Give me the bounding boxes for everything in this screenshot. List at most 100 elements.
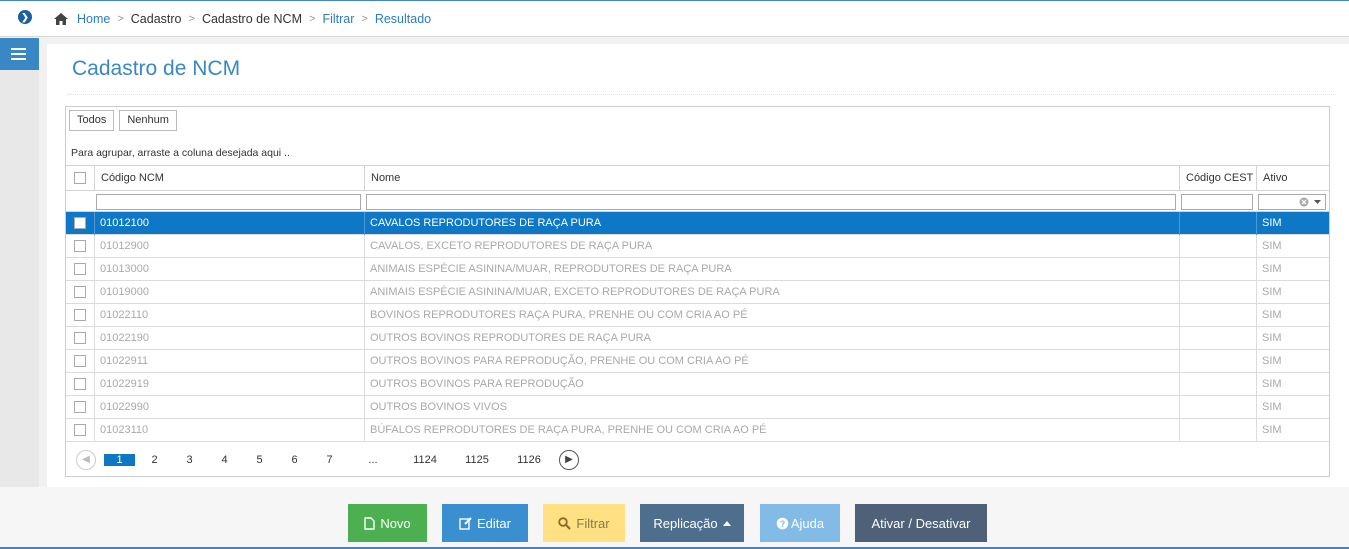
filter-button[interactable]: Filtrar	[543, 504, 625, 542]
table-row[interactable]: 01022110 BOVINOS REPRODUTORES RAÇA PURA, …	[66, 304, 1329, 327]
row-checkbox[interactable]	[74, 355, 86, 367]
sidebar	[0, 38, 39, 549]
page-link[interactable]: 2	[137, 454, 172, 466]
caret-up-icon	[722, 520, 731, 526]
title-divider	[67, 94, 1336, 95]
table-row[interactable]: 01012900 CAVALOS, EXCETO REPRODUTORES DE …	[66, 235, 1329, 258]
cell-nome: OUTROS BOVINOS VIVOS	[364, 396, 1180, 419]
select-none-button[interactable]: Nenhum	[119, 110, 177, 131]
page-link[interactable]: 1124	[399, 454, 451, 466]
page-link[interactable]: 7	[312, 454, 347, 466]
nome-filter-input[interactable]	[366, 194, 1176, 210]
replication-button[interactable]: Replicação	[640, 504, 744, 542]
next-page-icon[interactable]: ▶	[559, 450, 579, 470]
cell-codigo: 01022190	[94, 327, 365, 350]
breadcrumb-separator: >	[361, 13, 368, 25]
table-row[interactable]: 01013000 ANIMAIS ESPÉCIE ASININA/MUAR, RE…	[66, 258, 1329, 281]
breadcrumb-cadastro: Cadastro	[130, 12, 182, 26]
edit-icon	[459, 516, 472, 530]
menu-icon[interactable]	[0, 38, 39, 70]
cell-cest	[1179, 235, 1257, 258]
table-row[interactable]: 01022919 OUTROS BOVINOS PARA REPRODUÇÃO SI…	[66, 373, 1329, 396]
row-checkbox[interactable]	[74, 424, 86, 436]
cell-nome: OUTROS BOVINOS PARA REPRODUÇÃO, PRENHE O…	[364, 350, 1180, 373]
breadcrumb-separator: >	[309, 13, 316, 25]
table-row[interactable]: 01019000 ANIMAIS ESPÉCIE ASININA/MUAR, EX…	[66, 281, 1329, 304]
cell-codigo: 01022990	[94, 396, 365, 419]
cell-codigo: 01013000	[94, 258, 365, 281]
help-button-label: Ajuda	[790, 515, 825, 531]
new-button[interactable]: Novo	[348, 504, 427, 542]
page-link[interactable]: 6	[277, 454, 312, 466]
breadcrumb-home[interactable]: Home	[77, 12, 110, 26]
breadcrumb-resultado[interactable]: Resultado	[375, 12, 431, 26]
column-header-ativo[interactable]: Ativo	[1256, 166, 1329, 190]
cell-nome: CAVALOS REPRODUTORES DE RAÇA PURA	[364, 212, 1180, 235]
cell-ativo: SIM	[1256, 419, 1329, 442]
ncm-grid: Todos Nenhum Para agrupar, arraste a col…	[65, 106, 1330, 477]
edit-button-label: Editar	[477, 515, 511, 531]
breadcrumb-cadastro-ncm: Cadastro de NCM	[201, 12, 302, 26]
cell-nome: BOVINOS REPRODUTORES RAÇA PURA, PRENHE O…	[364, 304, 1180, 327]
group-panel-hint[interactable]: Para agrupar, arraste a coluna desejada …	[71, 147, 290, 159]
cell-ativo: SIM	[1256, 396, 1329, 419]
column-header-cest[interactable]: Código CEST	[1179, 166, 1257, 190]
cell-codigo: 01022110	[94, 304, 365, 327]
cell-nome: BÚFALOS REPRODUTORES DE RAÇA PURA, PRENH…	[364, 419, 1180, 442]
table-row[interactable]: 01022190 OUTROS BOVINOS REPRODUTORES DE R…	[66, 327, 1329, 350]
previous-page-icon[interactable]: ◀	[76, 450, 96, 470]
column-header-codigo[interactable]: Código NCM	[94, 166, 365, 190]
cell-cest	[1179, 350, 1257, 373]
page-link[interactable]: ...	[347, 454, 399, 466]
filter-row	[66, 190, 1329, 212]
ativo-filter-select[interactable]	[1258, 194, 1326, 210]
row-checkbox[interactable]	[74, 240, 86, 252]
page-link[interactable]: 1126	[503, 454, 555, 466]
cell-cest	[1179, 281, 1257, 304]
cell-ativo: SIM	[1256, 350, 1329, 373]
column-header-nome[interactable]: Nome	[364, 166, 1180, 190]
breadcrumb-separator: >	[117, 13, 124, 25]
cell-codigo: 01012900	[94, 235, 365, 258]
row-checkbox[interactable]	[74, 378, 86, 390]
page-link[interactable]: 3	[172, 454, 207, 466]
codigo-filter-input[interactable]	[96, 194, 361, 210]
cest-filter-input[interactable]	[1181, 194, 1253, 210]
row-checkbox[interactable]	[74, 309, 86, 321]
new-button-label: Novo	[380, 515, 411, 531]
toggle-active-button-label: Ativar / Desativar	[871, 515, 971, 531]
home-icon[interactable]	[53, 12, 69, 26]
svg-text:?: ?	[780, 519, 786, 529]
page-link[interactable]: 5	[242, 454, 277, 466]
select-all-button[interactable]: Todos	[69, 110, 115, 131]
expand-sidebar-icon[interactable]: ❯	[18, 10, 32, 24]
row-checkbox[interactable]	[74, 332, 86, 344]
row-checkbox[interactable]	[74, 217, 86, 229]
page-link[interactable]: 1	[104, 454, 135, 466]
filter-button-label: Filtrar	[576, 515, 610, 531]
table-row[interactable]: 01022990 OUTROS BOVINOS VIVOS SIM	[66, 396, 1329, 419]
cell-cest	[1179, 396, 1257, 419]
cell-nome: OUTROS BOVINOS PARA REPRODUÇÃO	[364, 373, 1180, 396]
row-checkbox[interactable]	[74, 263, 86, 275]
table-row[interactable]: 01012100 CAVALOS REPRODUTORES DE RAÇA PUR…	[66, 212, 1329, 235]
toggle-active-button[interactable]: Ativar / Desativar	[855, 504, 987, 542]
breadcrumb: Home > Cadastro > Cadastro de NCM > Filt…	[53, 12, 431, 26]
cell-nome: OUTROS BOVINOS REPRODUTORES DE RAÇA PURA	[364, 327, 1180, 350]
cell-ativo: SIM	[1256, 304, 1329, 327]
edit-button[interactable]: Editar	[442, 504, 528, 542]
page-link[interactable]: 4	[207, 454, 242, 466]
row-checkbox[interactable]	[74, 286, 86, 298]
cell-cest	[1179, 212, 1257, 235]
breadcrumb-filtrar[interactable]: Filtrar	[322, 12, 354, 26]
table-row[interactable]: 01023110 BÚFALOS REPRODUTORES DE RAÇA PUR…	[66, 419, 1329, 442]
table-row[interactable]: 01022911 OUTROS BOVINOS PARA REPRODUÇÃO, …	[66, 350, 1329, 373]
header-checkbox[interactable]	[74, 172, 86, 184]
row-checkbox[interactable]	[74, 401, 86, 413]
grid-header: Código NCM Nome Código CEST Ativo	[66, 166, 1329, 190]
chevron-down-icon[interactable]	[1314, 200, 1321, 205]
help-icon: ?	[776, 517, 789, 529]
clear-icon[interactable]	[1299, 197, 1309, 207]
page-link[interactable]: 1125	[451, 454, 503, 466]
help-button[interactable]: ? Ajuda	[760, 504, 840, 542]
